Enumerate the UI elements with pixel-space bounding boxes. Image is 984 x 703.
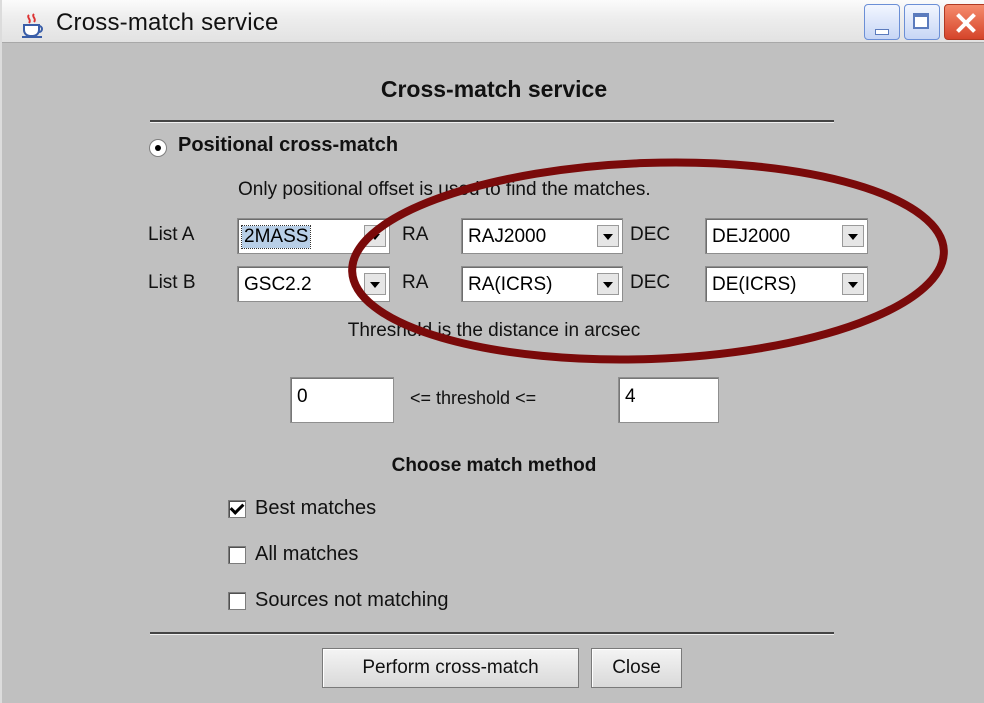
list-a-dec-value: DEJ2000 [712,226,791,247]
threshold-note: Threshold is the distance in arcsec [347,320,641,341]
close-button[interactable]: Close [591,648,682,688]
cross-match-window: Cross-match service Cross-match service … [0,0,984,703]
list-b-ra-label: RA [402,272,429,293]
best-matches-checkbox[interactable] [228,500,246,518]
positional-crossmatch-label[interactable]: Positional cross-match [178,134,398,157]
list-b-catalog-select[interactable]: GSC2.2 [237,266,390,302]
close-window-button[interactable] [944,4,984,40]
separator-bottom [150,632,834,635]
threshold-min-input[interactable]: 0 [290,377,394,423]
list-b-label: List B [148,272,196,293]
list-a-ra-value: RAJ2000 [468,226,547,247]
list-a-ra-select[interactable]: RAJ2000 [461,218,623,254]
dialog-heading: Cross-match service [380,76,608,102]
list-a-catalog-select[interactable]: 2MASS [237,218,390,254]
best-matches-label[interactable]: Best matches [255,497,376,520]
perform-crossmatch-button[interactable]: Perform cross-match [322,648,579,688]
all-matches-label[interactable]: All matches [255,543,358,566]
sources-not-matching-label[interactable]: Sources not matching [255,589,448,612]
list-b-dec-value: DE(ICRS) [712,274,797,295]
mode-description: Only positional offset is used to find t… [238,179,651,200]
threshold-label: <= threshold <= [410,388,537,408]
list-b-catalog-value: GSC2.2 [244,274,312,295]
list-a-ra-label: RA [402,224,429,245]
chevron-down-icon[interactable] [842,273,864,295]
chevron-down-icon[interactable] [364,273,386,295]
java-cup-icon [22,13,43,38]
minimize-button[interactable] [864,4,900,40]
all-matches-checkbox[interactable] [228,546,246,564]
chevron-down-icon[interactable] [597,225,619,247]
separator-top [150,120,834,123]
list-a-dec-label: DEC [630,224,671,245]
list-b-ra-select[interactable]: RA(ICRS) [461,266,623,302]
list-a-label: List A [148,224,195,245]
list-b-dec-label: DEC [630,272,671,293]
match-method-title: Choose match method [391,455,597,476]
chevron-down-icon[interactable] [597,273,619,295]
maximize-button[interactable] [904,4,940,40]
list-b-dec-select[interactable]: DE(ICRS) [705,266,868,302]
list-b-ra-value: RA(ICRS) [468,274,553,295]
title-bar[interactable]: Cross-match service [2,0,984,43]
list-a-catalog-value: 2MASS [240,225,312,249]
positional-crossmatch-radio[interactable] [149,139,167,157]
chevron-down-icon[interactable] [842,225,864,247]
window-title: Cross-match service [56,9,279,36]
threshold-max-input[interactable]: 4 [618,377,719,423]
sources-not-matching-checkbox[interactable] [228,592,246,610]
list-a-dec-select[interactable]: DEJ2000 [705,218,868,254]
chevron-down-icon[interactable] [364,225,386,247]
